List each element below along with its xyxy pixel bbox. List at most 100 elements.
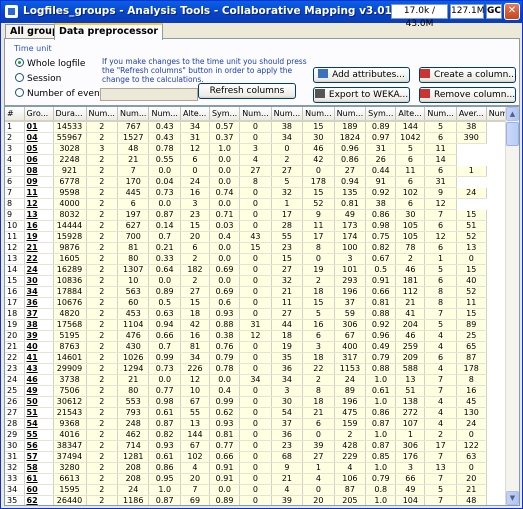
table-row[interactable]: 27 51 21543 2 793 0.61 55 0.62 0 54 21 475 0.86 272 4 1…: [5, 407, 518, 419]
table-cell[interactable]: 17: [424, 440, 457, 452]
table-cell[interactable]: 8: [302, 242, 335, 254]
table-cell[interactable]: 15: [302, 297, 335, 309]
row-number[interactable]: 21: [5, 341, 25, 353]
group-id-cell[interactable]: 24: [24, 264, 54, 276]
group-id-cell[interactable]: 12: [24, 198, 54, 210]
table-cell[interactable]: 46: [395, 264, 426, 276]
table-cell[interactable]: 7: [424, 473, 457, 485]
table-cell[interactable]: 23: [180, 209, 210, 221]
table-cell[interactable]: 0: [302, 165, 335, 177]
table-cell[interactable]: 31: [365, 143, 397, 155]
group-id-cell[interactable]: 46: [24, 374, 54, 386]
add-attributes-button[interactable]: Add attributes...: [313, 67, 410, 83]
table-cell[interactable]: 0.62: [209, 407, 241, 419]
table-cell[interactable]: 30: [271, 396, 304, 408]
table-cell[interactable]: 19: [271, 341, 304, 353]
table-cell[interactable]: 2: [86, 286, 118, 298]
table-cell[interactable]: 0.55: [148, 154, 181, 166]
table-cell[interactable]: 7: [424, 308, 457, 320]
table-cell[interactable]: 3: [239, 143, 272, 155]
column-header[interactable]: Gro...: [24, 107, 54, 122]
table-cell[interactable]: 0: [239, 418, 272, 430]
scroll-down-icon[interactable]: ▼: [506, 491, 519, 505]
table-row[interactable]: 20 39 5195 2 476 0.66 16 0.38 12 18 6 67 0.96 46 4 25: [5, 330, 518, 342]
table-row[interactable]: 11 19 15928 2 700 0.7 20 0.4 43 55 17 174 0.75 105 12 5…: [5, 231, 518, 243]
group-id-cell[interactable]: 56: [24, 440, 54, 452]
table-row[interactable]: 8 12 4000 2 6 0.0 3 0.0 0 1 52 0.81 38 6 12: [5, 198, 518, 210]
column-header[interactable]: Alte...: [395, 107, 426, 122]
table-cell[interactable]: 0.79: [209, 352, 241, 364]
table-cell[interactable]: 0.82: [148, 429, 181, 441]
table-cell[interactable]: 0.87: [148, 418, 181, 430]
row-number[interactable]: 16: [5, 286, 25, 298]
table-cell[interactable]: 204: [395, 319, 426, 331]
table-cell[interactable]: 0.87: [148, 495, 181, 505]
table-cell[interactable]: 2248: [53, 154, 87, 166]
table-cell[interactable]: 8032: [53, 209, 87, 221]
column-header[interactable]: Sym...: [209, 107, 241, 122]
table-cell[interactable]: 4: [424, 341, 457, 353]
table-cell[interactable]: 48: [117, 143, 150, 155]
table-cell[interactable]: 0.99: [209, 396, 241, 408]
table-row[interactable]: 7 11 9598 2 445 0.73 16 0.74 0 32 15 135 0.92 102 9 24: [5, 187, 518, 199]
table-cell[interactable]: 229: [334, 451, 367, 463]
table-row[interactable]: 1 01 14533 2 767 0.43 34 0.57 0 38 15 189 0.89 144 5 38: [5, 121, 518, 133]
table-cell[interactable]: 6: [302, 330, 335, 342]
table-cell[interactable]: 49: [395, 484, 426, 496]
table-cell[interactable]: 10676: [53, 297, 87, 309]
row-number[interactable]: 10: [5, 220, 25, 232]
row-number[interactable]: 8: [5, 198, 25, 210]
table-cell[interactable]: 10836: [53, 275, 87, 287]
table-cell[interactable]: 2: [86, 341, 118, 353]
table-cell[interactable]: 22: [302, 363, 335, 375]
table-cell[interactable]: 0: [239, 484, 272, 496]
table-cell[interactable]: 15: [271, 253, 304, 265]
table-cell[interactable]: 52: [302, 198, 335, 210]
row-number[interactable]: 29: [5, 429, 25, 441]
table-cell[interactable]: 17884: [53, 286, 87, 298]
row-number[interactable]: 25: [5, 385, 25, 397]
table-cell[interactable]: 30: [395, 209, 426, 221]
table-cell[interactable]: 21: [271, 286, 304, 298]
table-cell[interactable]: 430: [117, 341, 150, 353]
table-cell[interactable]: 13: [395, 374, 426, 386]
table-cell[interactable]: 2: [86, 220, 118, 232]
table-cell[interactable]: 55: [180, 407, 210, 419]
table-cell[interactable]: 0.0: [209, 242, 241, 254]
group-id-cell[interactable]: 51: [24, 407, 54, 419]
row-number[interactable]: 3: [5, 143, 25, 155]
table-cell[interactable]: 2: [86, 176, 118, 188]
table-cell[interactable]: 182: [180, 264, 210, 276]
table-cell[interactable]: 2: [395, 253, 426, 265]
table-cell[interactable]: 14444: [53, 220, 87, 232]
table-cell[interactable]: 293: [334, 275, 367, 287]
table-cell[interactable]: 475: [334, 407, 367, 419]
table-cell[interactable]: 15: [180, 220, 210, 232]
table-cell[interactable]: 21: [117, 374, 150, 386]
column-header[interactable]: Num...: [239, 107, 272, 122]
table-cell[interactable]: 67: [180, 396, 210, 408]
table-cell[interactable]: 0.99: [148, 352, 181, 364]
table-cell[interactable]: 0.0: [209, 275, 241, 287]
row-number[interactable]: 22: [5, 352, 25, 364]
table-cell[interactable]: 767: [117, 121, 150, 133]
table-cell[interactable]: 4: [302, 473, 335, 485]
table-cell[interactable]: 13: [180, 418, 210, 430]
table-cell[interactable]: 15: [302, 121, 335, 133]
table-cell[interactable]: 0: [239, 308, 272, 320]
table-row[interactable]: 22 41 14601 2 1026 0.99 34 0.79 0 35 18 317 0.79 209 6…: [5, 352, 518, 364]
table-cell[interactable]: 0.98: [148, 396, 181, 408]
table-cell[interactable]: 29909: [53, 363, 87, 375]
table-cell[interactable]: 5: [424, 319, 457, 331]
table-cell[interactable]: 7: [180, 484, 210, 496]
table-cell[interactable]: 0.0: [148, 198, 181, 210]
table-cell[interactable]: 21: [302, 407, 335, 419]
group-id-cell[interactable]: 30: [24, 275, 54, 287]
table-cell[interactable]: 0: [239, 275, 272, 287]
column-header[interactable]: Num...: [302, 107, 335, 122]
row-number[interactable]: 12: [5, 242, 25, 254]
table-cell[interactable]: 2: [302, 374, 335, 386]
table-cell[interactable]: 170: [117, 176, 150, 188]
group-id-cell[interactable]: 62: [24, 495, 54, 505]
table-cell[interactable]: 37494: [53, 451, 87, 463]
